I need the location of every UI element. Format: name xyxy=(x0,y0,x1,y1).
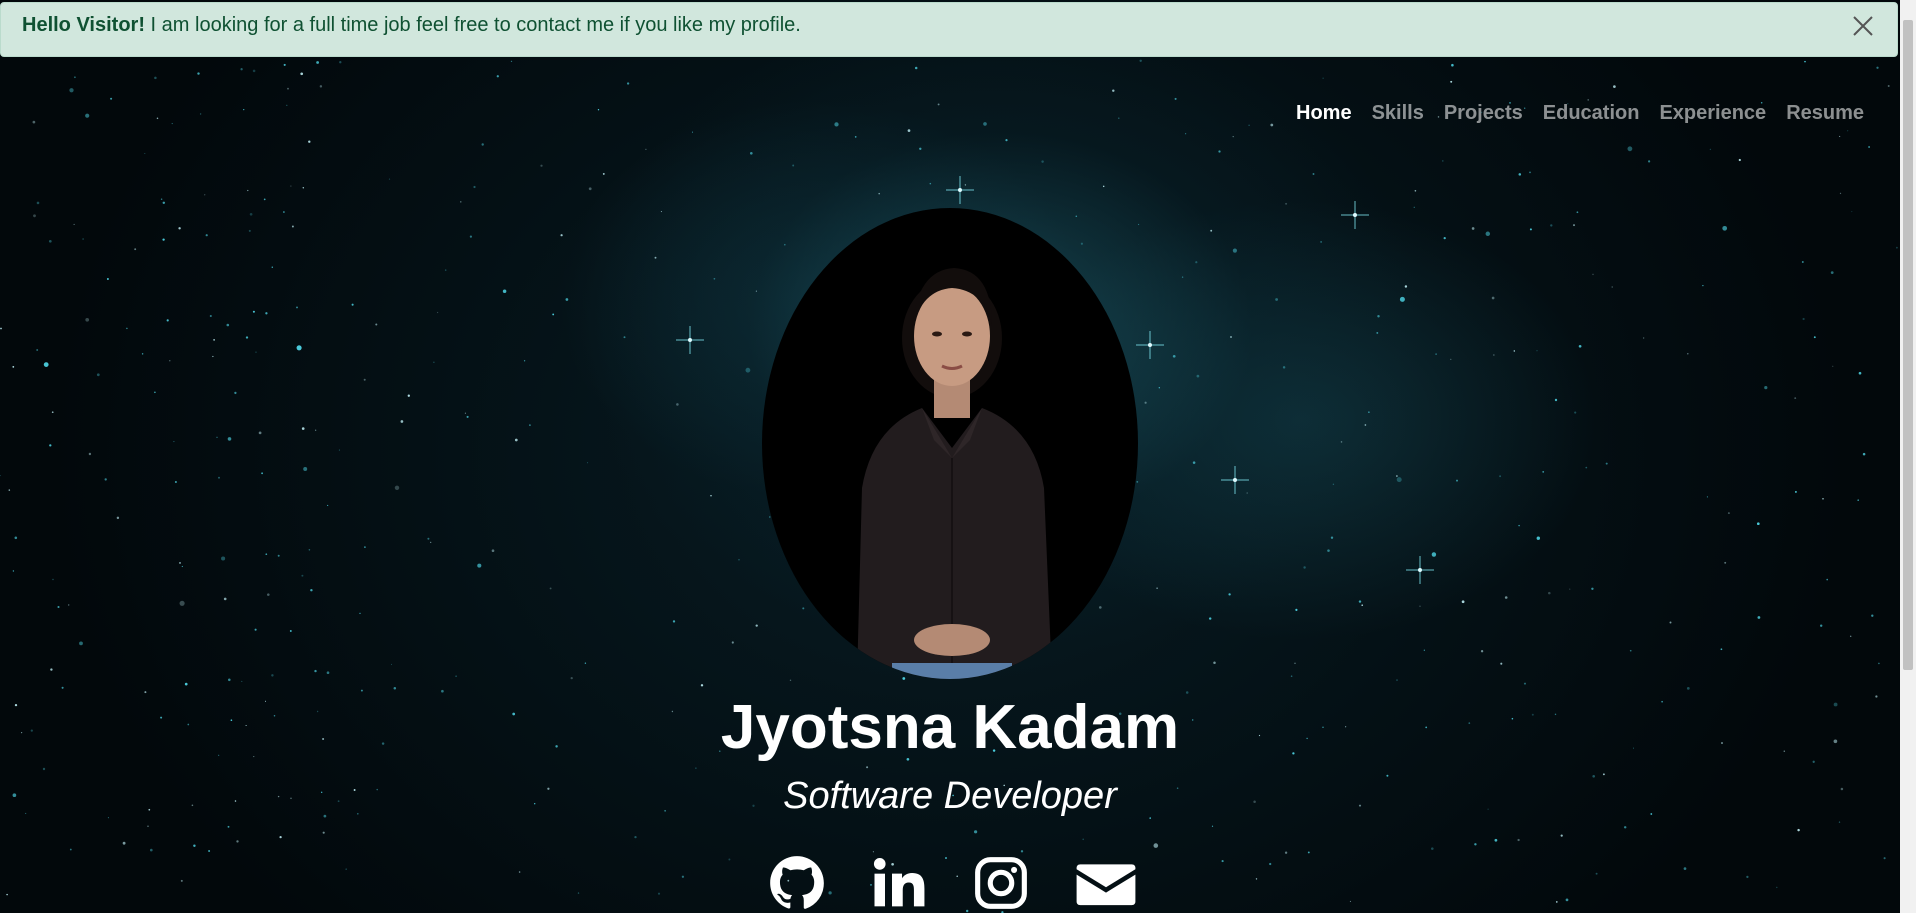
job-alert-banner: Hello Visitor! I am looking for a full t… xyxy=(0,2,1898,57)
nav-home[interactable]: Home xyxy=(1286,102,1362,125)
nav-skills[interactable]: Skills xyxy=(1362,102,1434,125)
scrollbar-thumb[interactable] xyxy=(1903,20,1913,670)
hero-role: Software Developer xyxy=(783,775,1117,817)
close-icon[interactable] xyxy=(1851,14,1875,38)
alert-text: Hello Visitor! I am looking for a full t… xyxy=(22,14,801,37)
linkedin-icon[interactable] xyxy=(871,855,927,911)
alert-bold-text: Hello Visitor! xyxy=(22,14,145,36)
social-links xyxy=(0,855,1900,911)
nav-experience[interactable]: Experience xyxy=(1649,102,1776,125)
page-scrollbar[interactable] xyxy=(1900,0,1916,913)
github-icon[interactable] xyxy=(769,855,825,911)
nav-projects[interactable]: Projects xyxy=(1434,102,1533,125)
nav-education[interactable]: Education xyxy=(1533,102,1650,125)
instagram-icon[interactable] xyxy=(973,855,1029,911)
hero-name: Jyotsna Kadam xyxy=(720,693,1180,762)
envelope-icon[interactable] xyxy=(1075,855,1136,911)
nav-resume[interactable]: Resume xyxy=(1776,102,1874,125)
profile-photo xyxy=(762,208,1138,679)
main-nav: Home Skills Projects Education Experienc… xyxy=(1286,102,1874,125)
portfolio-page: Hello Visitor! I am looking for a full t… xyxy=(0,0,1916,913)
alert-message: I am looking for a full time job feel fr… xyxy=(145,14,801,36)
